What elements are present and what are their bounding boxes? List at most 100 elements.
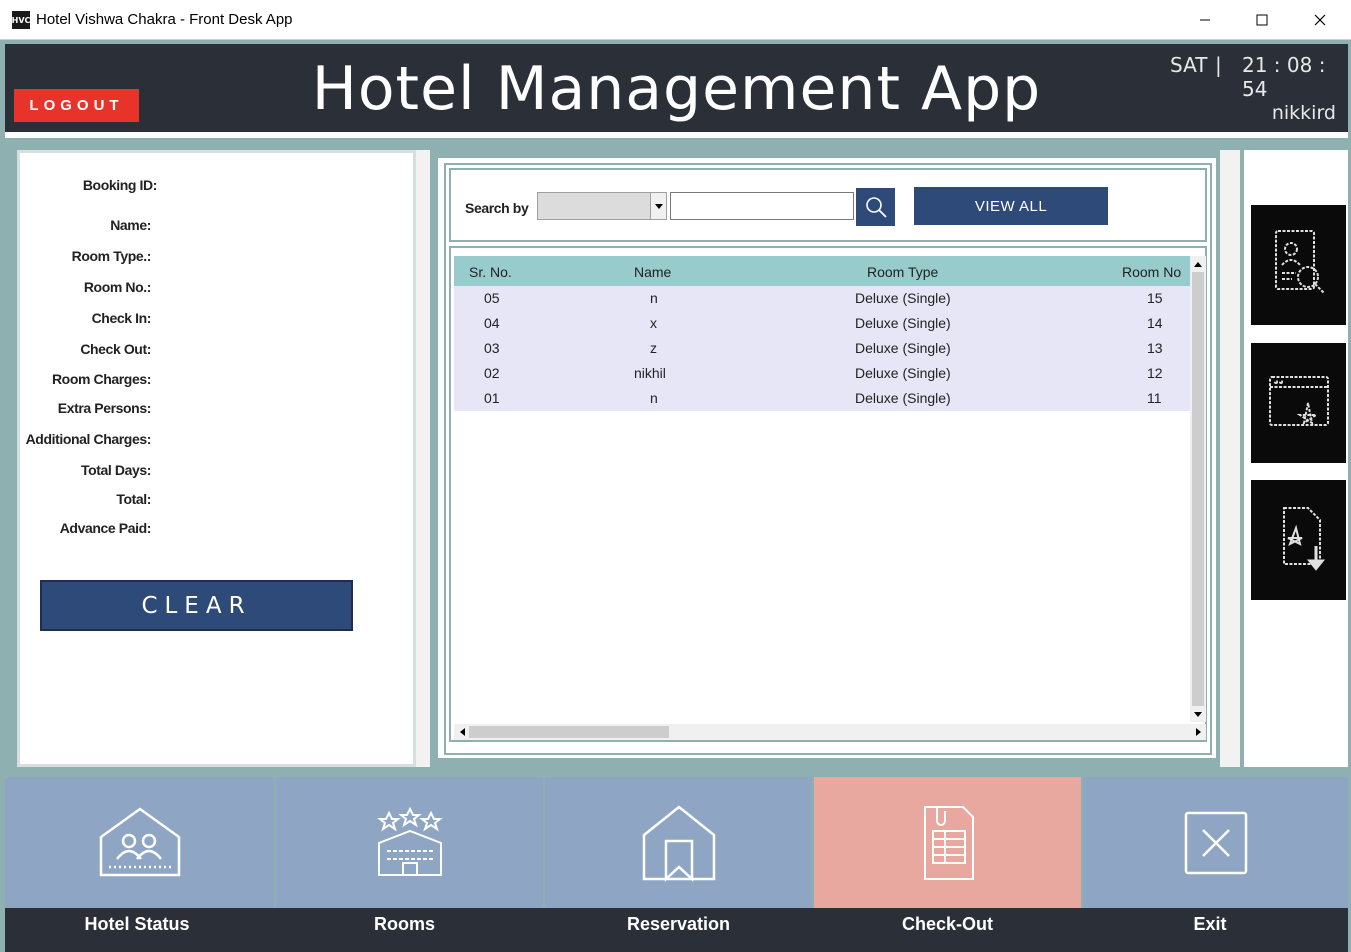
search-document-button[interactable] <box>1251 205 1346 325</box>
export-pdf-button[interactable] <box>1251 343 1346 463</box>
cell-room-no: 11 <box>1147 390 1162 406</box>
window-pdf-icon <box>1268 376 1329 426</box>
cell-room-type: Deluxe (Single) <box>855 290 951 306</box>
search-bar: Search by VIEW ALL <box>449 168 1207 242</box>
app-logo-icon: HVC <box>12 11 30 29</box>
side-actions-panel <box>1244 150 1348 767</box>
cell-room-no: 13 <box>1147 340 1163 356</box>
minimize-icon <box>1200 19 1210 21</box>
booking-details-panel: Booking ID: Name: Room Type.: Room No.: … <box>17 150 416 767</box>
nav-label-hotel-status[interactable]: Hotel Status <box>5 914 269 935</box>
search-by-label: Search by <box>465 200 529 216</box>
panel-divider <box>416 150 430 767</box>
scroll-left-icon[interactable] <box>455 725 469 739</box>
hotel-guests-icon <box>99 806 180 876</box>
horizontal-scrollbar[interactable] <box>454 724 1206 740</box>
nav-check-out[interactable] <box>814 777 1081 908</box>
hotel-building-icon <box>376 806 443 876</box>
dropdown-arrow-icon[interactable] <box>650 193 666 219</box>
cell-name: nikhil <box>634 365 666 381</box>
column-header-room-type[interactable]: Room Type <box>867 264 938 280</box>
cell-name: n <box>650 290 658 306</box>
column-header-sr-no[interactable]: Sr. No. <box>469 264 512 280</box>
column-header-name[interactable]: Name <box>634 264 671 280</box>
nav-reservation[interactable] <box>545 777 812 908</box>
table-row[interactable]: 01 n Deluxe (Single) 11 <box>454 386 1190 411</box>
cell-room-type: Deluxe (Single) <box>855 365 951 381</box>
cell-sr-no: 02 <box>484 365 500 381</box>
pdf-download-icon <box>1282 507 1325 571</box>
app-window: HVC Hotel Vishwa Chakra - Front Desk App… <box>0 0 1351 952</box>
nav-label-rooms[interactable]: Rooms <box>271 914 538 935</box>
name-label: Name: <box>110 217 151 233</box>
search-input[interactable] <box>670 192 854 220</box>
close-icon <box>1314 14 1326 26</box>
close-window-button[interactable] <box>1291 0 1349 40</box>
maximize-icon <box>1256 14 1268 26</box>
panel-divider-right <box>1220 150 1240 767</box>
close-box-icon <box>1184 811 1247 874</box>
header-divider <box>5 132 1348 138</box>
download-pdf-button[interactable] <box>1251 480 1346 600</box>
cell-sr-no: 01 <box>484 390 500 406</box>
vertical-scrollbar[interactable] <box>1190 256 1206 722</box>
nav-exit[interactable] <box>1083 777 1348 908</box>
cell-name: x <box>650 315 657 331</box>
cell-room-type: Deluxe (Single) <box>855 390 951 406</box>
window-title: Hotel Vishwa Chakra - Front Desk App <box>36 11 293 28</box>
nav-rooms[interactable] <box>276 777 543 908</box>
minimize-button[interactable] <box>1176 0 1234 40</box>
cell-sr-no: 03 <box>484 340 500 356</box>
bookings-table: Sr. No. Name Room Type Room No 05 n Delu… <box>449 246 1207 742</box>
app-title: Hotel Management App <box>311 54 1042 124</box>
view-all-button[interactable]: VIEW ALL <box>914 187 1108 225</box>
nav-hotel-status[interactable] <box>5 777 274 908</box>
check-out-label: Check Out: <box>80 341 151 357</box>
table-row[interactable]: 03 z Deluxe (Single) 13 <box>454 336 1190 361</box>
search-button[interactable] <box>856 188 895 226</box>
window-titlebar: HVC Hotel Vishwa Chakra - Front Desk App <box>0 0 1351 40</box>
nav-label-reservation[interactable]: Reservation <box>545 914 812 935</box>
cell-room-no: 15 <box>1147 290 1163 306</box>
app-header: LOGOUT Hotel Management App SAT | 21 : 0… <box>5 44 1348 132</box>
vertical-scroll-thumb[interactable] <box>1192 272 1204 706</box>
day-display: SAT <box>1170 53 1208 77</box>
scroll-right-icon[interactable] <box>1191 725 1205 739</box>
nav-label-exit[interactable]: Exit <box>1083 914 1337 935</box>
room-charges-label: Room Charges: <box>51 371 151 387</box>
extra-persons-label: Extra Persons: <box>57 400 152 416</box>
total-days-label: Total Days: <box>80 462 151 478</box>
cell-name: n <box>650 390 658 406</box>
scroll-down-icon[interactable] <box>1191 707 1205 721</box>
scroll-up-icon[interactable] <box>1191 257 1205 271</box>
nav-label-check-out[interactable]: Check-Out <box>814 914 1081 935</box>
booking-id-label: Booking ID: <box>82 177 158 193</box>
clock-separator: | <box>1215 53 1222 77</box>
clear-button[interactable]: CLEAR <box>40 580 353 631</box>
total-label: Total: <box>116 491 151 507</box>
cell-sr-no: 05 <box>484 290 500 306</box>
advance-paid-label: Advance Paid: <box>59 520 152 536</box>
invoice-document-icon <box>923 805 974 880</box>
horizontal-scroll-thumb[interactable] <box>469 726 669 738</box>
additional-charges-label: Additional Charges: <box>25 431 152 447</box>
check-in-label: Check In: <box>91 310 152 326</box>
username-display: nikkird <box>1271 102 1336 124</box>
table-row[interactable]: 02 nikhil Deluxe (Single) 12 <box>454 361 1190 386</box>
cell-sr-no: 04 <box>484 315 500 331</box>
table-row[interactable]: 05 n Deluxe (Single) 15 <box>454 286 1190 311</box>
cell-room-no: 14 <box>1147 315 1163 331</box>
cell-room-type: Deluxe (Single) <box>855 340 951 356</box>
room-type-label: Room Type.: <box>71 248 152 264</box>
maximize-button[interactable] <box>1233 0 1291 40</box>
search-icon <box>865 197 887 218</box>
search-document-icon <box>1274 230 1325 294</box>
clock-display: 21 : 08 : 54 <box>1242 53 1326 101</box>
cell-room-no: 12 <box>1147 365 1163 381</box>
column-header-room-no[interactable]: Room No <box>1122 264 1181 280</box>
table-row[interactable]: 04 x Deluxe (Single) 14 <box>454 311 1190 336</box>
bottom-navigation: Hotel Status Rooms Reservation Check-Out… <box>5 777 1348 952</box>
table-header: Sr. No. Name Room Type Room No <box>454 256 1190 286</box>
search-by-dropdown[interactable] <box>537 192 667 220</box>
cell-name: z <box>650 340 657 356</box>
